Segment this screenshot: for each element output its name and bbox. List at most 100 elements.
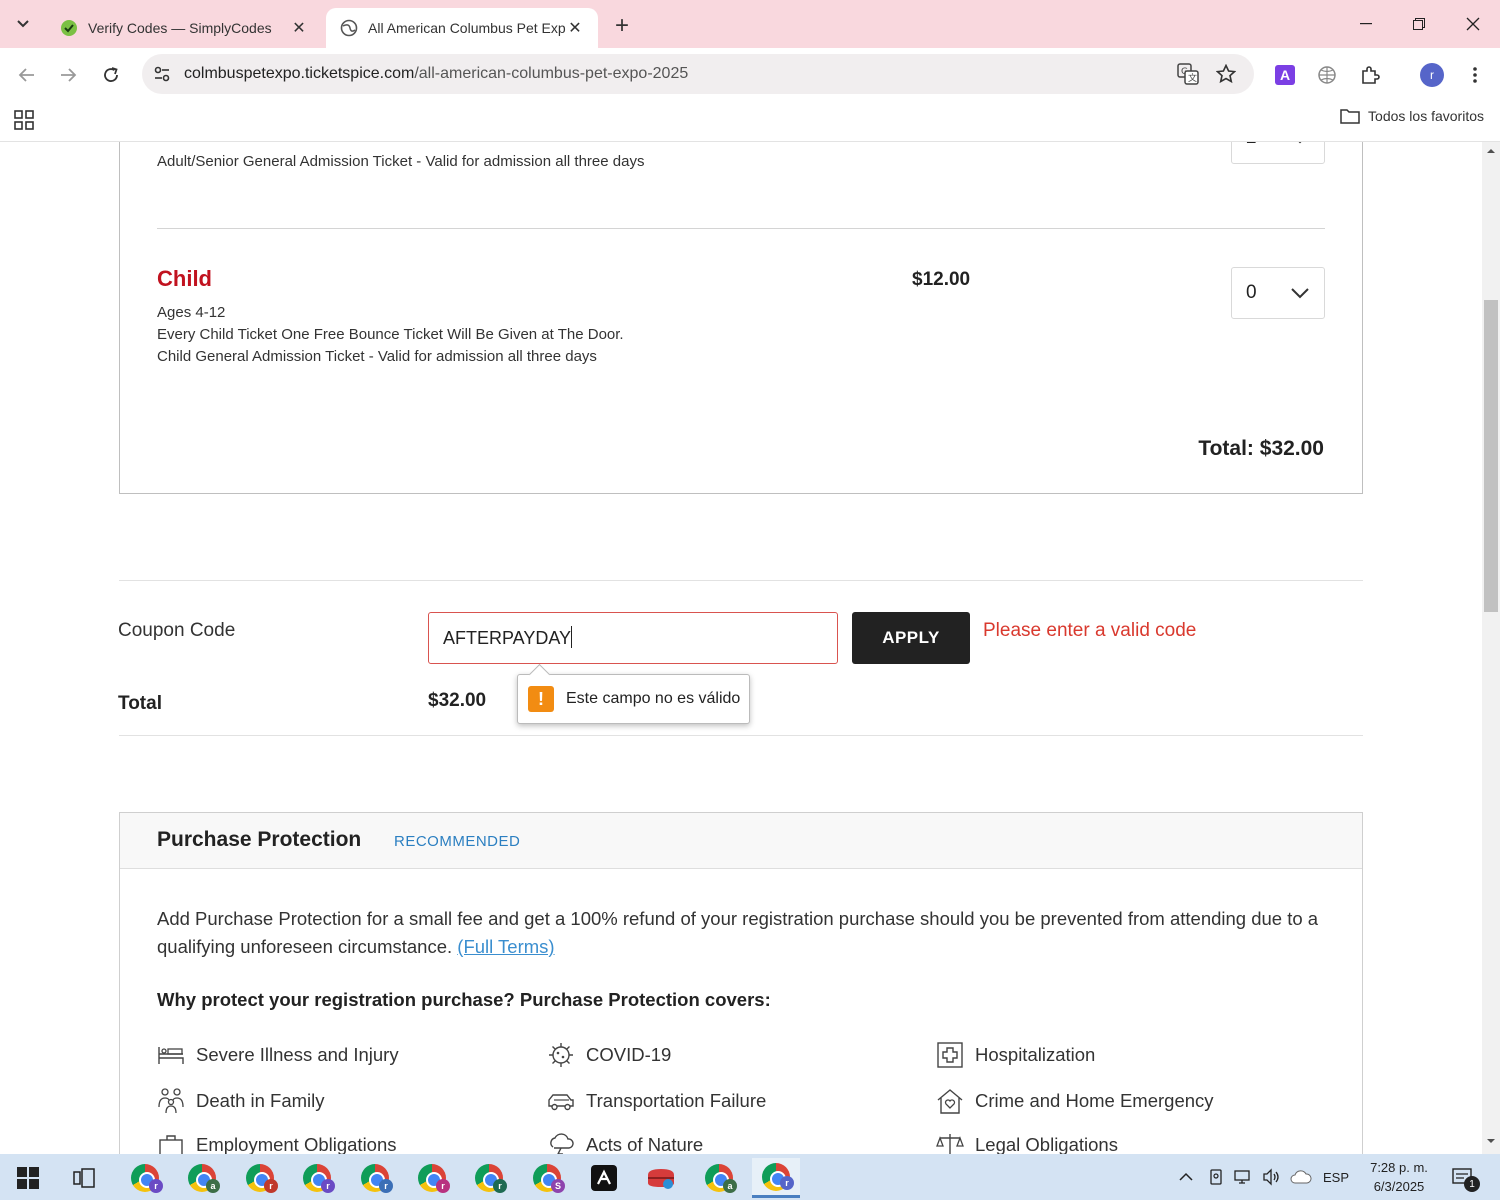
- purchase-protection-panel: Purchase Protection RECOMMENDED Add Purc…: [119, 812, 1363, 1154]
- profile-badge: r: [493, 1179, 507, 1193]
- network-icon[interactable]: [1234, 1154, 1254, 1200]
- coverage-item: Hospitalization: [936, 1041, 1095, 1069]
- close-icon[interactable]: ✕: [290, 19, 308, 37]
- tab-title: All American Columbus Pet Exp: [368, 20, 566, 36]
- storm-icon: [550, 1133, 574, 1154]
- taskbar-chrome-app[interactable]: S: [523, 1158, 571, 1198]
- new-tab-button[interactable]: +: [608, 12, 636, 40]
- restore-icon: [1413, 18, 1425, 30]
- forward-button[interactable]: [53, 60, 83, 90]
- site-settings-icon[interactable]: [150, 62, 174, 86]
- virus-icon: [549, 1043, 573, 1067]
- section-divider: [119, 580, 1363, 581]
- car-icon: [548, 1094, 574, 1111]
- profile-badge: r: [436, 1179, 450, 1193]
- child-ticket-price: $12.00: [912, 269, 971, 290]
- page-scrollbar[interactable]: [1482, 142, 1500, 1154]
- close-icon[interactable]: ✕: [566, 19, 584, 37]
- url-text: colmbuspetexpo.ticketspice.com/all-ameri…: [184, 65, 688, 83]
- page-viewport: Adult/Senior General Admission Ticket - …: [0, 142, 1482, 1154]
- taskbar-chrome-app[interactable]: r: [121, 1158, 169, 1198]
- apps-grid-icon[interactable]: [12, 108, 36, 132]
- coverage-item: Acts of Nature: [547, 1131, 703, 1154]
- validation-tooltip: ! Este campo no es válido: [517, 674, 750, 724]
- extension-a-icon[interactable]: A: [1272, 62, 1298, 88]
- show-hidden-icons-button[interactable]: [1178, 1154, 1194, 1200]
- scroll-down-arrow-icon[interactable]: [1486, 1136, 1496, 1146]
- extensions-puzzle-icon[interactable]: [1357, 62, 1383, 88]
- adult-ticket-description: Adult/Senior General Admission Ticket - …: [157, 153, 645, 170]
- scroll-up-arrow-icon[interactable]: [1486, 146, 1496, 156]
- scales-icon: [936, 1134, 964, 1154]
- coverage-label: Legal Obligations: [975, 1134, 1118, 1154]
- text-cursor: [571, 626, 572, 648]
- back-button[interactable]: [12, 60, 42, 90]
- volume-icon[interactable]: [1262, 1154, 1282, 1200]
- warning-icon: !: [528, 686, 554, 712]
- start-button[interactable]: [4, 1158, 52, 1198]
- vpn-globe-icon[interactable]: [1314, 62, 1340, 88]
- chevron-down-icon: [1298, 142, 1302, 144]
- taskbar-chrome-app[interactable]: r: [293, 1158, 341, 1198]
- ticket-divider: [157, 228, 1325, 229]
- chevron-down-icon: [17, 20, 29, 28]
- taskbar-chrome-app[interactable]: r: [236, 1158, 284, 1198]
- tab-verify-codes[interactable]: Verify Codes — SimplyCodes ✕: [46, 8, 322, 48]
- input-language[interactable]: ESP: [1323, 1154, 1349, 1200]
- profile-avatar[interactable]: r: [1419, 62, 1445, 88]
- taskbar-app[interactable]: [637, 1158, 685, 1198]
- onedrive-cloud-icon[interactable]: [1290, 1154, 1312, 1200]
- tab-pet-expo[interactable]: All American Columbus Pet Exp ✕: [326, 8, 598, 48]
- child-ticket-description: Child General Admission Ticket - Valid f…: [157, 348, 597, 365]
- profile-badge: a: [206, 1179, 220, 1193]
- full-terms-link[interactable]: (Full Terms): [457, 936, 554, 957]
- close-window-button[interactable]: [1450, 8, 1496, 40]
- minimize-button[interactable]: [1343, 8, 1389, 40]
- clock-time: 7:28 p. m.: [1370, 1160, 1428, 1175]
- browser-menu-button[interactable]: [1462, 62, 1488, 88]
- taskbar-chrome-app[interactable]: r: [465, 1158, 513, 1198]
- coverage-item: Employment Obligations: [157, 1131, 397, 1154]
- restore-button[interactable]: [1396, 8, 1442, 40]
- section-divider: [119, 735, 1363, 736]
- address-bar[interactable]: colmbuspetexpo.ticketspice.com/all-ameri…: [142, 54, 1254, 94]
- coverage-item: Transportation Failure: [547, 1087, 766, 1115]
- coverage-label: Hospitalization: [975, 1044, 1096, 1065]
- reload-button[interactable]: [96, 60, 126, 90]
- taskbar-clock[interactable]: 7:28 p. m. 6/3/2025: [1356, 1158, 1442, 1196]
- taskbar-chrome-app-active[interactable]: r: [752, 1158, 800, 1198]
- purchase-protection-header: Purchase Protection RECOMMENDED: [120, 813, 1362, 869]
- child-quantity-select[interactable]: 0: [1231, 267, 1325, 319]
- meet-now-icon[interactable]: [1208, 1154, 1226, 1200]
- hospital-icon: [937, 1042, 963, 1068]
- bookmark-star-icon[interactable]: [1214, 62, 1238, 86]
- taskbar-chrome-app[interactable]: a: [178, 1158, 226, 1198]
- profile-badge: r: [780, 1176, 794, 1190]
- bookmarks-folder-label: Todos los favoritos: [1368, 108, 1484, 124]
- task-view-icon: [73, 1168, 95, 1188]
- notification-center-button[interactable]: 1: [1452, 1154, 1480, 1200]
- purchase-protection-description: Add Purchase Protection for a small fee …: [157, 905, 1327, 961]
- task-view-button[interactable]: [60, 1158, 108, 1198]
- bookmarks-bar: Todos los favoritos: [0, 100, 1500, 142]
- adult-quantity-select[interactable]: 2: [1231, 142, 1325, 164]
- tab-search-button[interactable]: [8, 10, 38, 38]
- windows-logo-icon: [17, 1167, 39, 1189]
- scrollbar-thumb[interactable]: [1484, 300, 1498, 612]
- url-path: /all-american-columbus-pet-expo-2025: [414, 65, 689, 82]
- validation-tooltip-text: Este campo no es válido: [566, 690, 741, 707]
- taskbar-chrome-app[interactable]: a: [695, 1158, 743, 1198]
- taskbar-chrome-app[interactable]: r: [408, 1158, 456, 1198]
- profile-badge: r: [264, 1179, 278, 1193]
- coupon-code-input[interactable]: [428, 612, 838, 664]
- close-icon: [1466, 17, 1480, 31]
- all-bookmarks-folder[interactable]: Todos los favoritos: [1340, 108, 1484, 124]
- taskbar-chrome-app[interactable]: r: [351, 1158, 399, 1198]
- apply-coupon-button[interactable]: APPLY: [852, 612, 970, 664]
- profile-badge: r: [149, 1179, 163, 1193]
- translate-icon[interactable]: G文: [1176, 62, 1200, 86]
- coverage-label: Death in Family: [196, 1090, 325, 1111]
- taskbar-app[interactable]: [580, 1158, 628, 1198]
- notification-count-badge: 1: [1464, 1176, 1480, 1192]
- purchase-protection-copy: Add Purchase Protection for a small fee …: [157, 908, 1319, 957]
